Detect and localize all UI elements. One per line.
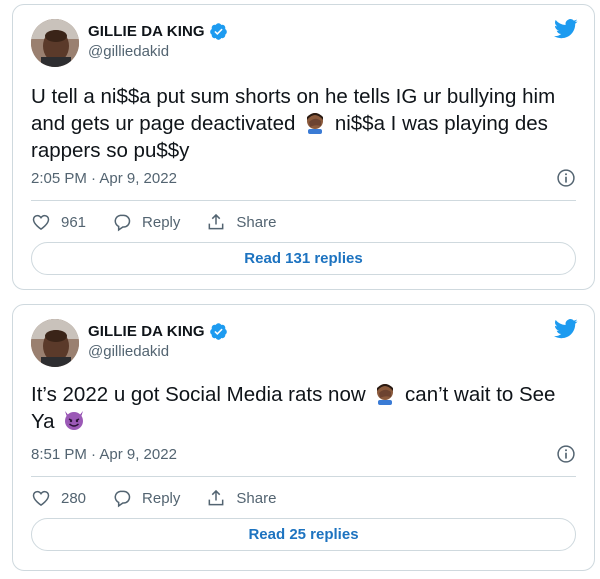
tweet-timestamp[interactable]: 2:05 PM · Apr 9, 2022: [31, 170, 177, 187]
like-button[interactable]: 280: [31, 488, 86, 508]
avatar-image: [31, 19, 79, 67]
reply-bubble-icon: [114, 490, 131, 508]
like-count: 280: [61, 489, 87, 507]
twitter-bird-icon[interactable]: [554, 319, 578, 339]
tweet-text-part: It’s 2022 u got Social Media rats now: [31, 383, 372, 406]
author-handle[interactable]: @gilliedakid: [88, 43, 228, 60]
reply-button[interactable]: Reply: [112, 212, 180, 232]
divider: [31, 200, 576, 201]
divider: [31, 476, 576, 477]
heart-icon: [32, 214, 50, 230]
twitter-bird-icon[interactable]: [554, 19, 578, 39]
author-name[interactable]: GILLIE DA KING: [88, 323, 205, 340]
avatar-image: [31, 319, 79, 367]
share-upload-icon: [208, 489, 224, 506]
tweet-text: U tell a ni$$a put sum shorts on he tell…: [31, 83, 576, 164]
reply-label: Reply: [142, 489, 181, 507]
avatar[interactable]: [31, 19, 79, 67]
info-icon[interactable]: [556, 444, 576, 464]
verified-badge-icon: [209, 322, 227, 340]
share-upload-icon: [208, 213, 224, 230]
tweet-card[interactable]: GILLIE DA KING @gilliedakid It’s 2022 u …: [12, 304, 595, 571]
facepalm-emoji: [307, 113, 324, 134]
reply-bubble-icon: [114, 214, 131, 232]
smiling-devil-emoji: [65, 411, 84, 430]
share-button[interactable]: Share: [206, 488, 276, 508]
facepalm-emoji: [377, 384, 394, 405]
reply-button[interactable]: Reply: [112, 488, 180, 508]
author-handle[interactable]: @gilliedakid: [88, 343, 228, 360]
tweet-text: It’s 2022 u got Social Media rats now ca…: [31, 381, 576, 435]
read-replies-button[interactable]: Read 131 replies: [31, 242, 576, 275]
info-icon[interactable]: [556, 168, 576, 188]
like-button[interactable]: 961: [31, 212, 86, 232]
reply-label: Reply: [142, 213, 181, 231]
tweet-timestamp[interactable]: 8:51 PM · Apr 9, 2022: [31, 446, 177, 463]
verified-badge-icon: [209, 22, 227, 40]
like-count: 961: [61, 213, 87, 231]
heart-icon: [32, 490, 50, 506]
share-label: Share: [236, 213, 277, 231]
read-replies-button[interactable]: Read 25 replies: [31, 518, 576, 551]
share-button[interactable]: Share: [206, 212, 276, 232]
tweet-card[interactable]: GILLIE DA KING @gilliedakid U tell a ni$…: [12, 4, 595, 290]
share-label: Share: [236, 489, 277, 507]
author-name[interactable]: GILLIE DA KING: [88, 23, 205, 40]
avatar[interactable]: [31, 319, 79, 367]
